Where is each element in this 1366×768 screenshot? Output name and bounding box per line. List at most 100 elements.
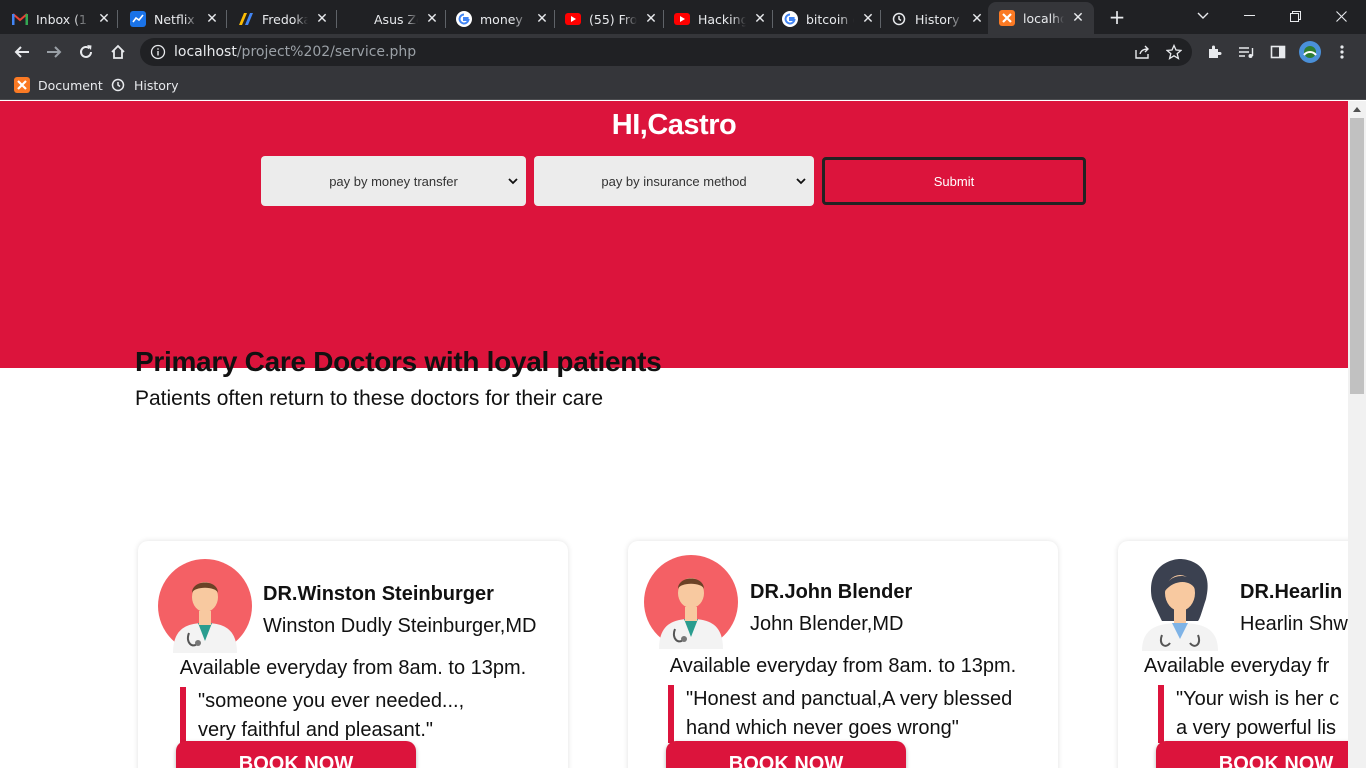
close-icon[interactable]: ✕ [314, 11, 330, 27]
tab-inbox[interactable]: Inbox (1 ✕ [12, 4, 112, 34]
close-icon[interactable]: ✕ [969, 11, 985, 27]
doctor-availability: Available everyday from 8am. to 13pm. [669, 655, 1017, 677]
home-icon[interactable] [106, 40, 130, 64]
new-tab-button[interactable]: + [1106, 6, 1128, 28]
google-icon [456, 11, 472, 27]
tab-history[interactable]: History ✕ [891, 4, 985, 34]
font-icon [238, 11, 254, 27]
youtube-icon [565, 11, 581, 27]
site-info-icon[interactable] [150, 44, 166, 60]
restore-icon[interactable] [1280, 4, 1310, 28]
tab-youtube-1[interactable]: (55) Fror ✕ [565, 4, 659, 34]
url-text: localhost/project%202/service.php [174, 44, 416, 60]
tab-netflix[interactable]: Netflix a ✕ [130, 4, 220, 34]
doctor-full-name: Winston Dudly Steinburger,MD [263, 615, 537, 637]
hero-banner: HI,Castro pay by money transfer pay by i… [0, 101, 1348, 368]
extensions-icon[interactable] [1202, 40, 1226, 64]
minimize-icon[interactable] [1234, 4, 1264, 28]
doctor-card: DR.John Blender John Blender,MD Availabl… [628, 541, 1058, 768]
star-icon[interactable] [1162, 40, 1186, 64]
tab-title: Asus Zer [374, 11, 418, 27]
page-viewport: HI,Castro pay by money transfer pay by i… [0, 101, 1366, 768]
quote-line: "Honest and panctual,A very blessed [686, 688, 1013, 710]
tab-bitcoin[interactable]: bitcoin c ✕ [782, 4, 876, 34]
tab-separator [554, 10, 555, 28]
xampp-icon [999, 10, 1015, 26]
tab-separator [880, 10, 881, 28]
media-icon[interactable] [1234, 40, 1258, 64]
close-window-icon[interactable] [1326, 4, 1356, 28]
doctor-testimonial: "Honest and panctual,A very blessed hand… [668, 685, 1048, 743]
bookmarks-bar: Document History [0, 70, 1366, 100]
male-doctor-avatar [158, 559, 252, 653]
close-icon[interactable]: ✕ [204, 11, 220, 27]
bookmark-label: Document [38, 77, 103, 93]
book-now-button[interactable]: BOOK NOW [176, 741, 416, 768]
doctor-card: DR.Hearlin Hearlin Shw Available everyda… [1118, 541, 1366, 768]
book-now-button[interactable]: BOOK NOW [1156, 741, 1366, 768]
side-panel-icon[interactable] [1266, 40, 1290, 64]
book-now-button[interactable]: BOOK NOW [666, 741, 906, 768]
bookmark-document[interactable]: Document [14, 76, 103, 94]
payment-method-select[interactable]: pay by money transfer [261, 156, 526, 206]
bookmark-history[interactable]: History [110, 76, 178, 94]
history-icon [891, 11, 907, 27]
tab-search-icon[interactable] [1188, 4, 1218, 28]
quote-line: "someone you ever needed..., [198, 690, 465, 712]
tab-title: Inbox (1 [36, 11, 88, 27]
tab-title: bitcoin c [806, 11, 854, 27]
reload-icon[interactable] [74, 40, 98, 64]
doctor-testimonial: "someone you ever needed..., very faithf… [180, 687, 560, 745]
doctor-name: DR.Winston Steinburger [263, 583, 494, 605]
male-doctor-avatar [644, 555, 738, 649]
menu-kebab-icon[interactable] [1330, 40, 1354, 64]
tab-money[interactable]: money c ✕ [456, 4, 550, 34]
vertical-scrollbar[interactable] [1348, 101, 1366, 768]
tab-title: Fredoka [262, 11, 308, 27]
insurance-method-select[interactable]: pay by insurance method [534, 156, 814, 206]
youtube-icon [674, 11, 690, 27]
scrollbar-thumb[interactable] [1350, 118, 1364, 394]
close-icon[interactable]: ✕ [860, 11, 876, 27]
close-icon[interactable]: ✕ [534, 11, 550, 27]
tab-asus[interactable]: Asus Zer ✕ [350, 4, 440, 34]
doctor-full-name: John Blender,MD [750, 613, 904, 635]
tab-fredoka[interactable]: Fredoka ✕ [238, 4, 330, 34]
doctor-name: DR.Hearlin [1240, 581, 1343, 603]
close-icon[interactable]: ✕ [1070, 10, 1086, 26]
tab-separator [117, 10, 118, 28]
forward-icon[interactable] [42, 40, 66, 64]
select-value: pay by insurance method [601, 173, 747, 189]
female-doctor-avatar [1140, 555, 1234, 651]
tab-localhost[interactable]: localhos ✕ [988, 2, 1094, 34]
address-bar[interactable]: localhost/project%202/service.php [140, 38, 1192, 66]
google-icon [782, 11, 798, 27]
close-icon[interactable]: ✕ [643, 11, 659, 27]
tab-separator [226, 10, 227, 28]
close-icon[interactable]: ✕ [752, 11, 768, 27]
bookmark-label: History [134, 77, 179, 93]
doctor-availability: Available everyday from 8am. to 13pm. [179, 657, 527, 679]
tab-strip: Inbox (1 ✕ Netflix a ✕ Fredoka ✕ Asus Ze… [0, 0, 1366, 34]
profile-avatar[interactable] [1298, 40, 1322, 64]
xampp-icon [14, 77, 30, 93]
tab-title: Netflix a [154, 11, 198, 27]
gmail-icon [12, 11, 28, 27]
doctor-card: DR.Winston Steinburger Winston Dudly Ste… [138, 541, 568, 768]
history-icon [110, 77, 126, 93]
url-path: /project%202/service.php [236, 44, 417, 60]
close-icon[interactable]: ✕ [96, 11, 112, 27]
chevron-down-icon [796, 174, 806, 185]
tab-separator [663, 10, 664, 28]
close-icon[interactable]: ✕ [424, 11, 440, 27]
submit-button[interactable]: Submit [822, 157, 1086, 205]
back-icon[interactable] [10, 40, 34, 64]
blank-icon [350, 11, 366, 27]
tab-youtube-2[interactable]: Hacking ✕ [674, 4, 768, 34]
share-icon[interactable] [1130, 40, 1154, 64]
doctor-name: DR.John Blender [750, 581, 913, 603]
scroll-up-arrow-icon[interactable] [1348, 101, 1366, 118]
chart-icon [130, 11, 146, 27]
quote-line: "Your wish is her c [1176, 688, 1340, 710]
section-title: Primary Care Doctors with loyal patients [135, 346, 662, 377]
